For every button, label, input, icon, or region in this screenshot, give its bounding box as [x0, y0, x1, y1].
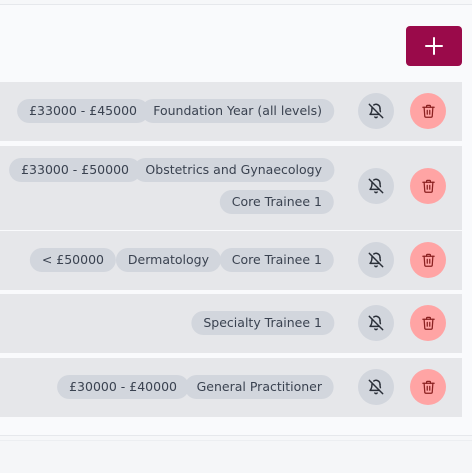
plus-icon	[425, 37, 443, 55]
bell-off-icon	[368, 178, 384, 194]
page-footer-strip	[0, 440, 472, 473]
delete-alert-button[interactable]	[410, 93, 446, 129]
alert-row: £30000 - £40000 General Practitioner	[0, 358, 462, 417]
specialty-tag: Obstetrics and Gynaecology	[133, 158, 334, 182]
trash-icon	[421, 179, 435, 193]
salary-tag: < £50000	[29, 248, 116, 272]
mute-alert-button[interactable]	[358, 305, 394, 341]
grade-tag: Core Trainee 1	[219, 248, 334, 272]
alert-row: £33000 - £45000 Foundation Year (all lev…	[0, 82, 462, 141]
delete-alert-button[interactable]	[410, 168, 446, 204]
bell-off-icon	[368, 379, 384, 395]
salary-tag: £33000 - £50000	[9, 158, 141, 182]
delete-alert-button[interactable]	[410, 242, 446, 278]
specialty-tag: Foundation Year (all levels)	[141, 99, 334, 123]
delete-alert-button[interactable]	[410, 369, 446, 405]
mute-alert-button[interactable]	[358, 93, 394, 129]
trash-icon	[421, 253, 435, 267]
specialty-tag: Dermatology	[115, 248, 221, 272]
specialty-tag: General Practitioner	[184, 375, 334, 399]
grade-tag: Specialty Trainee 1	[191, 311, 334, 335]
mute-alert-button[interactable]	[358, 168, 394, 204]
trash-icon	[421, 104, 435, 118]
mute-alert-button[interactable]	[358, 369, 394, 405]
add-alert-button[interactable]	[406, 26, 462, 66]
salary-tag: £30000 - £40000	[57, 375, 189, 399]
bell-off-icon	[368, 315, 384, 331]
grade-tag: Core Trainee 1	[219, 190, 334, 214]
alert-row: £33000 - £50000 Obstetrics and Gynaecolo…	[0, 146, 462, 230]
bell-off-icon	[368, 103, 384, 119]
trash-icon	[421, 380, 435, 394]
bell-off-icon	[368, 252, 384, 268]
salary-tag: £33000 - £45000	[17, 99, 149, 123]
alerts-panel: £33000 - £45000 Foundation Year (all lev…	[0, 4, 472, 436]
trash-icon	[421, 316, 435, 330]
alert-row: Specialty Trainee 1	[0, 294, 462, 353]
alert-row: < £50000 Dermatology Core Trainee 1	[0, 231, 462, 290]
delete-alert-button[interactable]	[410, 305, 446, 341]
mute-alert-button[interactable]	[358, 242, 394, 278]
